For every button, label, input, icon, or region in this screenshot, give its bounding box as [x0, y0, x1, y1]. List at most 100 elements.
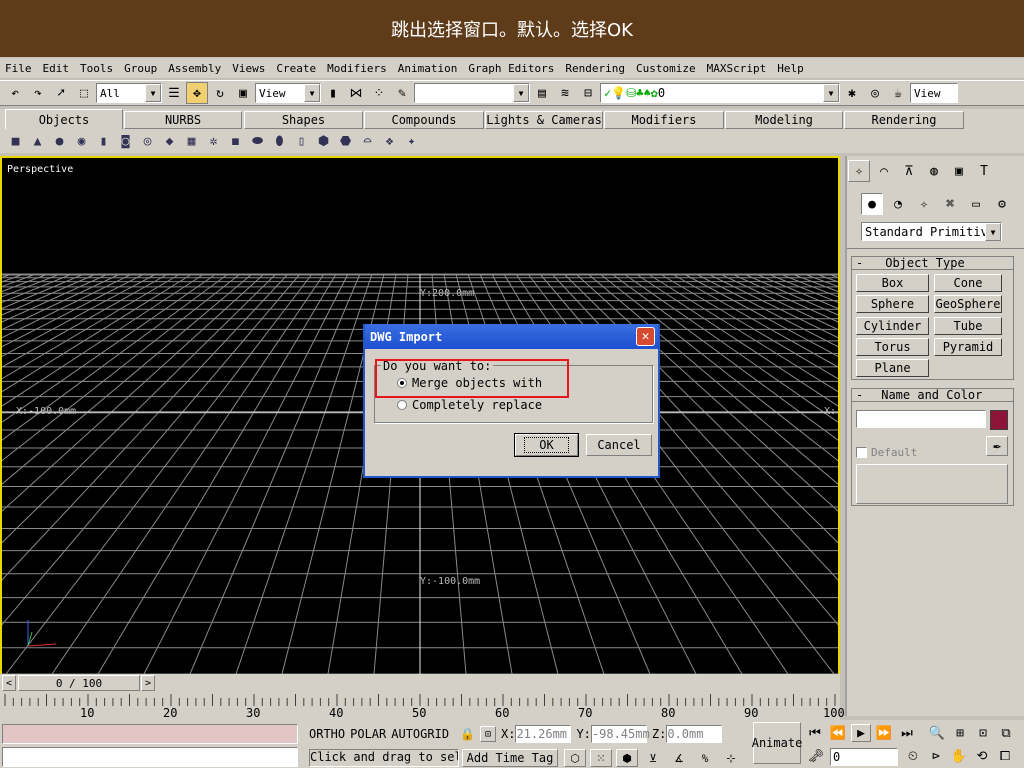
oil-tank-icon[interactable]: ⬮: [271, 133, 288, 150]
schematic-icon[interactable]: ⊟: [577, 82, 599, 104]
replace-radio[interactable]: [397, 400, 407, 410]
menu-rendering[interactable]: Rendering: [565, 62, 625, 75]
field-of-view-icon[interactable]: ⊳: [926, 747, 946, 765]
zoom-all-icon[interactable]: ⊞: [950, 724, 970, 742]
modify-panel-icon[interactable]: ⌒: [873, 160, 895, 182]
zoom-extents-icon[interactable]: ⊡: [973, 724, 993, 742]
track-view-icon[interactable]: ≋: [554, 82, 576, 104]
tab-lights-cameras[interactable]: Lights & Cameras: [485, 111, 603, 129]
selection-lock-icon[interactable]: ⁙: [590, 749, 612, 767]
space-warps-icon[interactable]: ⚙: [991, 193, 1013, 215]
menu-group[interactable]: Group: [124, 62, 157, 75]
particle-icon[interactable]: ❖: [381, 133, 398, 150]
layer-manager-icon[interactable]: ▤: [531, 82, 553, 104]
create-panel-icon[interactable]: ✧: [848, 160, 870, 182]
name-color-rollout-header[interactable]: - Name and Color: [851, 388, 1014, 402]
go-to-end-icon[interactable]: ⏭: [897, 724, 917, 742]
cone-icon[interactable]: ▲: [29, 133, 46, 150]
helpers-icon[interactable]: ▭: [965, 193, 987, 215]
eyedropper-icon[interactable]: ✒: [986, 436, 1008, 456]
polar-toggle[interactable]: POLAR: [350, 727, 386, 741]
chamfer-box-icon[interactable]: ◼: [227, 133, 244, 150]
menu-create[interactable]: Create: [276, 62, 316, 75]
scale-icon[interactable]: ▣: [232, 82, 254, 104]
tab-compounds[interactable]: Compounds: [364, 111, 484, 129]
category-dropdown[interactable]: Standard Primitiv ▼: [861, 222, 1002, 241]
default-checkbox[interactable]: [856, 447, 867, 458]
tube-button[interactable]: Tube: [934, 317, 1002, 335]
pyramid-icon[interactable]: ◆: [161, 133, 178, 150]
named-selection-dropdown[interactable]: ▼: [414, 83, 530, 103]
layer-dropdown[interactable]: ✓💡⛁♣♠✿ 0 ▼: [600, 83, 840, 103]
redo-icon[interactable]: ↷: [27, 82, 49, 104]
ok-button[interactable]: OK: [514, 433, 579, 457]
torus-icon[interactable]: ◎: [139, 133, 156, 150]
menu-views[interactable]: Views: [232, 62, 265, 75]
object-type-rollout-header[interactable]: - Object Type: [851, 256, 1014, 270]
track-bar[interactable]: 10 20 30 40 50 60 70 80 90 100: [0, 692, 845, 720]
ref-coord-dropdown[interactable]: View ▼: [255, 83, 321, 103]
zoom-icon[interactable]: 🔍: [927, 724, 947, 742]
geosphere-icon[interactable]: ◉: [73, 133, 90, 150]
quick-render-icon[interactable]: ☕: [887, 82, 909, 104]
next-frame-icon[interactable]: ⏩: [874, 724, 894, 742]
menu-file[interactable]: File: [5, 62, 32, 75]
box-button[interactable]: Box: [856, 274, 929, 292]
object-name-input[interactable]: [856, 410, 986, 428]
object-color-swatch[interactable]: [990, 410, 1008, 430]
gengon-icon[interactable]: ⬢: [315, 133, 332, 150]
menu-customize[interactable]: Customize: [636, 62, 696, 75]
capsule-icon[interactable]: ⬬: [249, 133, 266, 150]
go-to-start-icon[interactable]: ⏮: [805, 724, 825, 742]
menu-animation[interactable]: Animation: [398, 62, 458, 75]
sphere-icon[interactable]: ●: [51, 133, 68, 150]
pivot-icon[interactable]: ▮: [322, 82, 344, 104]
menu-modifiers[interactable]: Modifiers: [327, 62, 387, 75]
y-coordinate-field[interactable]: -98.45mm: [590, 725, 650, 743]
arc-rotate-icon[interactable]: ⟲: [972, 747, 992, 765]
tab-nurbs[interactable]: NURBS: [124, 111, 242, 129]
region-select-icon[interactable]: ⬚: [73, 82, 95, 104]
maxscript-listener-mini[interactable]: [2, 724, 298, 744]
motion-panel-icon[interactable]: ◍: [923, 160, 945, 182]
zoom-extents-all-icon[interactable]: ⧉: [996, 724, 1016, 742]
previous-frame-icon[interactable]: ⏪: [828, 724, 848, 742]
cylinder-icon[interactable]: ▮: [95, 133, 112, 150]
tab-objects[interactable]: Objects: [5, 109, 123, 129]
hierarchy-panel-icon[interactable]: ⊼: [898, 160, 920, 182]
angle-snap-icon[interactable]: ∡: [668, 749, 690, 767]
maxscript-output[interactable]: [2, 747, 298, 767]
play-icon[interactable]: ▶: [851, 724, 871, 742]
move-icon[interactable]: ✥: [186, 82, 208, 104]
cameras-icon[interactable]: ⌘: [939, 193, 961, 215]
rotate-icon[interactable]: ↻: [209, 82, 231, 104]
snap-3d-icon[interactable]: ⊻: [642, 749, 664, 767]
z-coordinate-field[interactable]: 0.0mm: [666, 725, 723, 743]
undo-icon[interactable]: ↶: [4, 82, 26, 104]
mirror-icon[interactable]: ⋈: [345, 82, 367, 104]
replace-option[interactable]: Completely replace: [397, 398, 542, 412]
shapes-icon[interactable]: ◔: [887, 193, 909, 215]
add-time-tag-button[interactable]: Add Time Tag: [462, 749, 558, 767]
torus-button[interactable]: Torus: [856, 338, 929, 356]
autogrid-toggle[interactable]: AUTOGRID: [391, 727, 449, 741]
maximize-viewport-icon[interactable]: ⧠: [995, 747, 1015, 765]
prism-icon[interactable]: ⬣: [337, 133, 354, 150]
menu-graph-editors[interactable]: Graph Editors: [468, 62, 554, 75]
pyramid-button[interactable]: Pyramid: [934, 338, 1002, 356]
render-view-dropdown[interactable]: View: [910, 83, 958, 103]
cylinder-button[interactable]: Cylinder: [856, 317, 929, 335]
menu-edit[interactable]: Edit: [43, 62, 70, 75]
plane-icon[interactable]: ▦: [183, 133, 200, 150]
lights-icon[interactable]: ✧: [913, 193, 935, 215]
lock-icon[interactable]: 🔒: [460, 727, 475, 741]
cube-view-icon[interactable]: ⬡: [564, 749, 586, 767]
tab-modeling[interactable]: Modeling: [725, 111, 843, 129]
cancel-button[interactable]: Cancel: [586, 434, 652, 456]
material-editor-icon[interactable]: ✱: [841, 82, 863, 104]
spindle-icon[interactable]: ▯: [293, 133, 310, 150]
time-slider-thumb[interactable]: 0 / 100: [18, 675, 140, 691]
chevron-left-icon[interactable]: <: [2, 675, 16, 691]
sphere-button[interactable]: Sphere: [856, 295, 929, 313]
menu-assembly[interactable]: Assembly: [168, 62, 221, 75]
